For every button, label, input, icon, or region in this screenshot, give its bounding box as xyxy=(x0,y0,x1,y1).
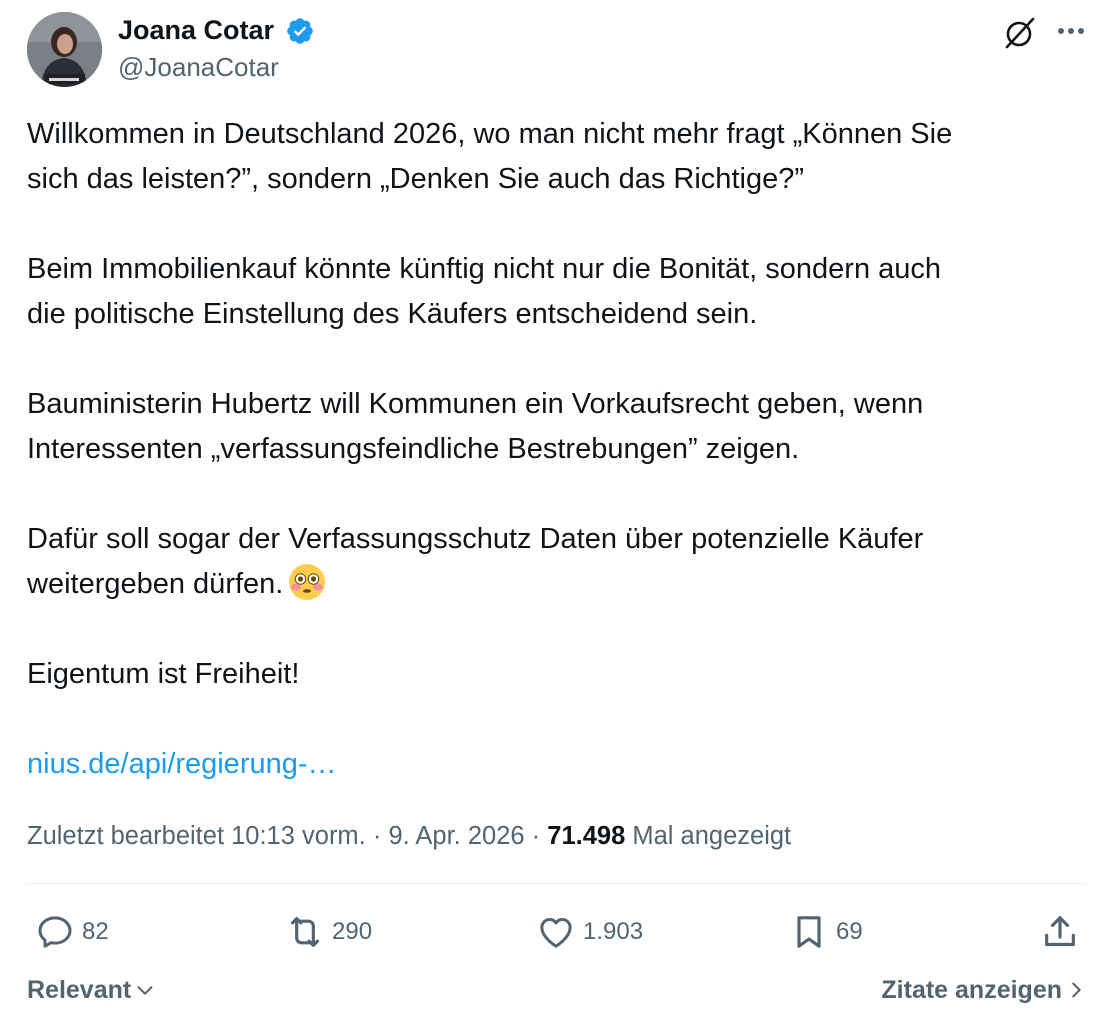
chevron-down-icon xyxy=(137,986,153,995)
repost-button[interactable]: 290 xyxy=(285,908,372,956)
sort-dropdown[interactable]: Relevant xyxy=(27,972,156,1008)
more-icon[interactable] xyxy=(1054,18,1088,44)
tweet-line-text: weitergeben dürfen. xyxy=(27,568,284,600)
edited-timestamp[interactable]: Zuletzt bearbeitet 10:13 vorm. xyxy=(27,822,366,850)
author-handle[interactable]: @JoanaCotar xyxy=(118,51,279,83)
reply-button[interactable]: 82 xyxy=(35,908,109,956)
avatar[interactable] xyxy=(27,12,102,87)
tweet-line: Dafür soll sogar der Verfassungsschutz D… xyxy=(27,523,924,555)
reply-icon xyxy=(38,916,72,948)
like-button[interactable]: 1.903 xyxy=(536,908,643,956)
tweet-text: Willkommen in Deutschland 2026, wo man n… xyxy=(27,112,1097,787)
tweet-line: Willkommen in Deutschland 2026, wo man n… xyxy=(27,118,953,150)
tweet-line: Bauministerin Hubertz will Kommunen ein … xyxy=(27,388,924,420)
flushed-face-emoji-icon xyxy=(289,564,326,600)
verified-badge-icon[interactable] xyxy=(285,16,315,46)
author-display-name[interactable]: Joana Cotar xyxy=(118,13,274,47)
views-label: Mal angezeigt xyxy=(632,822,792,850)
sort-label: Relevant xyxy=(27,976,132,1004)
heart-icon xyxy=(540,918,572,948)
bookmark-button[interactable]: 69 xyxy=(789,908,863,956)
divider xyxy=(27,883,1087,884)
view-quotes-link[interactable]: Zitate anzeigen xyxy=(881,972,1087,1008)
meta-separator: · xyxy=(531,822,541,850)
tweet-line: weitergeben dürfen. xyxy=(27,562,1097,607)
share-icon xyxy=(1045,916,1075,947)
repost-count: 290 xyxy=(332,918,373,945)
view-quotes-label: Zitate anzeigen xyxy=(881,976,1062,1004)
chevron-right-icon xyxy=(1072,982,1081,998)
bookmark-icon xyxy=(797,916,821,948)
share-button[interactable] xyxy=(1040,908,1080,956)
tweet-date[interactable]: 9. Apr. 2026 xyxy=(388,822,524,850)
like-count: 1.903 xyxy=(583,918,644,945)
tweet-line: Eigentum ist Freiheit! xyxy=(27,658,300,690)
tweet-meta: Zuletzt bearbeitet 10:13 vorm. · 9. Apr.… xyxy=(27,818,791,854)
article-link[interactable]: nius.de/api/regierung-… xyxy=(27,748,337,780)
grok-icon[interactable] xyxy=(1002,15,1038,51)
meta-separator: · xyxy=(372,822,382,850)
reply-count: 82 xyxy=(82,918,109,945)
repost-icon xyxy=(290,917,320,947)
views-count: 71.498 xyxy=(547,822,626,850)
tweet-line: Interessenten „verfassungsfeindliche Bes… xyxy=(27,433,800,465)
tweet-line: die politische Einstellung des Käufers e… xyxy=(27,298,758,330)
tweet-line: Beim Immobilienkauf könnte künftig nicht… xyxy=(27,253,942,285)
bookmark-count: 69 xyxy=(836,918,863,945)
tweet-line: sich das leisten?”, sondern „Denken Sie … xyxy=(27,163,804,195)
